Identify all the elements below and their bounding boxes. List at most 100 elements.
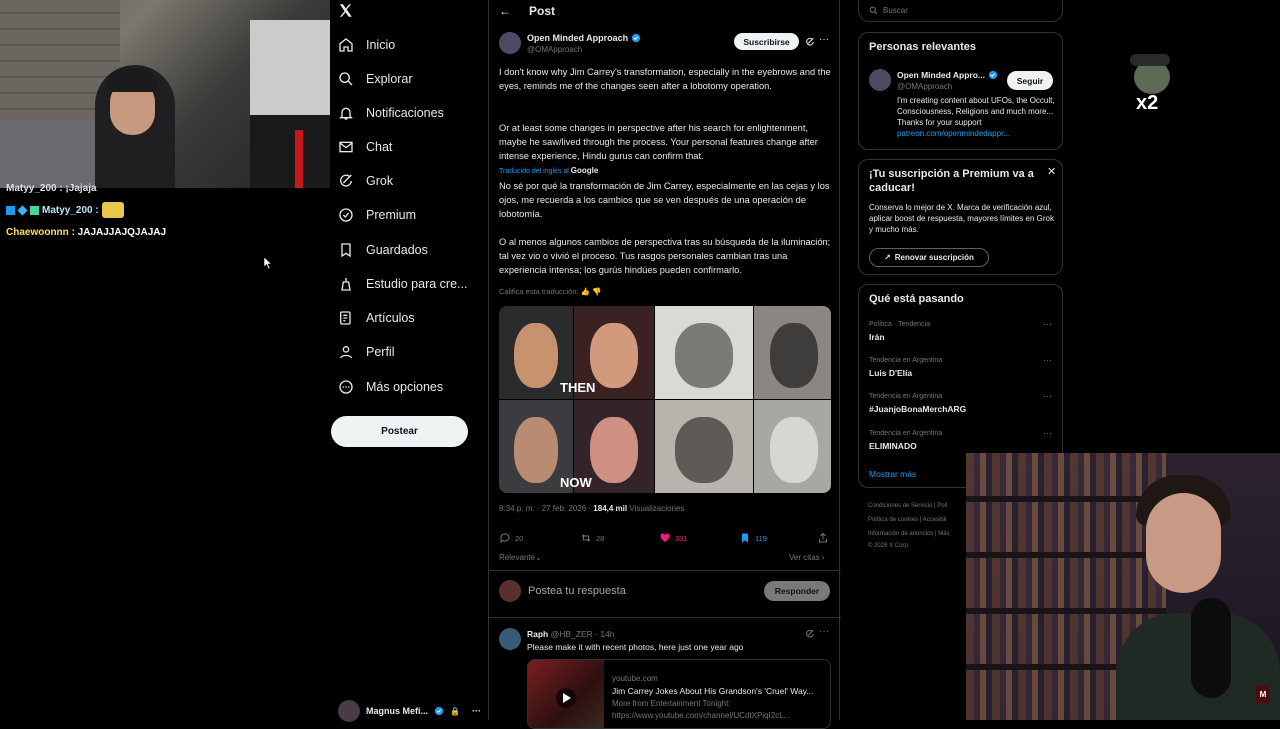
- bookmark-icon: [341, 243, 351, 258]
- mail-icon: [339, 141, 353, 153]
- more-dots-icon[interactable]: ···: [1043, 428, 1052, 438]
- reply-sort-dropdown[interactable]: Relevante⌄: [499, 553, 542, 562]
- nav-label: Inicio: [366, 38, 396, 52]
- nav-item-perfil[interactable]: Perfil: [338, 339, 394, 365]
- panel-title: Qué está pasando: [869, 293, 964, 305]
- post-text-translated-1: No sé por qué la transformación de Jim C…: [499, 181, 830, 219]
- subscribe-button[interactable]: Suscribirse: [734, 33, 799, 50]
- panel-title: ¡Tu suscripción a Premium va a caducar!: [869, 168, 1034, 194]
- verified-badge-icon: [632, 33, 641, 43]
- more-icon: [339, 380, 353, 394]
- bio-link[interactable]: patreon.com/openmindedappr...: [897, 129, 1010, 138]
- nav-item-articulos[interactable]: Artículos: [338, 305, 415, 331]
- nav-item-chat[interactable]: Chat: [338, 134, 392, 160]
- photo-historic-3: [655, 400, 753, 493]
- footer-links[interactable]: Condiciones de Servicio | Polí: [868, 503, 948, 509]
- post-media-grid[interactable]: THEN NOW: [499, 306, 831, 493]
- bio-text: I'm creating content about UFOs, the Occ…: [897, 96, 1055, 127]
- author-handle: @OMApproach: [527, 45, 583, 54]
- rate-translation-text: Califica esta traducción:: [499, 287, 579, 296]
- translated-by[interactable]: Traducido del inglés al Google: [499, 166, 598, 175]
- footer-copyright: © 2026 X Corp.: [868, 543, 910, 549]
- more-dots-icon[interactable]: ···: [1043, 391, 1052, 401]
- photo-then-2: THEN: [560, 306, 654, 399]
- nav-item-notificaciones[interactable]: Notificaciones: [338, 100, 444, 126]
- link-card[interactable]: youtube.com Jim Carrey Jokes About His G…: [527, 659, 831, 729]
- translated-by-text: Traducido del inglés al: [499, 168, 569, 175]
- reply-input[interactable]: Postea tu respuesta: [528, 585, 626, 597]
- card-description: More from Entertainment Tonight:: [612, 699, 731, 708]
- nav-label: Explorar: [366, 72, 413, 86]
- sidebar-nav: Inicio Explorar Notificaciones Chat Grok…: [330, 0, 488, 722]
- author-name[interactable]: Open Minded Approach: [527, 33, 641, 43]
- thumbs-up-icon[interactable]: 👍: [581, 287, 590, 296]
- grok-icon[interactable]: [805, 37, 815, 47]
- nav-label: Más opciones: [366, 380, 444, 394]
- nav-item-inicio[interactable]: Inicio: [338, 32, 395, 58]
- more-dots-icon[interactable]: ···: [819, 626, 829, 637]
- view-quotes-label: Ver citas: [789, 553, 820, 562]
- more-dots-icon[interactable]: ···: [1043, 319, 1052, 329]
- show-more-link[interactable]: Mostrar más: [869, 469, 916, 479]
- post-timestamp: 8:34 p. m. · 27 feb. 2026 ·: [499, 504, 592, 513]
- badge-icon: [30, 205, 39, 215]
- nav-label: Chat: [366, 140, 393, 154]
- footer-links[interactable]: Política de cookies | Accesibil: [868, 517, 946, 523]
- post-button[interactable]: Postear: [331, 416, 468, 447]
- bookmark-action[interactable]: 119: [739, 532, 767, 544]
- trend-item[interactable]: Luis D'Elía: [869, 368, 912, 378]
- trend-item[interactable]: ELIMINADO: [869, 441, 917, 451]
- account-name: Magnus Mefi...: [366, 706, 429, 716]
- search-input[interactable]: Buscar: [858, 0, 1063, 22]
- then-label: THEN: [560, 380, 596, 395]
- x-logo-icon[interactable]: [338, 3, 353, 18]
- more-dots-icon[interactable]: ···: [819, 34, 829, 45]
- nav-label: Artículos: [366, 311, 415, 325]
- nav-item-grok[interactable]: Grok: [338, 168, 393, 194]
- views-count: 184,4 mil: [593, 504, 628, 513]
- nav-item-guardados[interactable]: Guardados: [338, 237, 428, 263]
- avatar[interactable]: [499, 628, 521, 650]
- nav-item-mas-opciones[interactable]: Más opciones: [338, 374, 443, 400]
- trend-category: Política · Tendencia: [869, 321, 930, 328]
- share-action[interactable]: [817, 532, 829, 544]
- search-placeholder: Buscar: [883, 6, 908, 15]
- close-icon[interactable]: ✕: [1047, 165, 1056, 178]
- reply-button[interactable]: Responder: [764, 581, 830, 601]
- heart-icon: [660, 533, 670, 542]
- search-icon: [339, 72, 353, 86]
- chevron-down-icon: ⌄: [535, 553, 542, 562]
- account-switcher[interactable]: Magnus Mefi... 🔒 ···: [338, 700, 481, 722]
- footer-links[interactable]: Información de anuncios | Más: [868, 531, 950, 537]
- avatar: [499, 580, 521, 602]
- post-text-translated-2: O al menos algunos cambios de perspectiv…: [499, 237, 831, 275]
- reply-action[interactable]: 20: [499, 532, 523, 544]
- thumbs-down-icon[interactable]: 👎: [592, 287, 601, 296]
- sort-label: Relevante: [499, 553, 536, 562]
- verified-badge-icon: [988, 70, 998, 80]
- grok-icon[interactable]: [805, 629, 815, 639]
- relevant-name[interactable]: Open Minded Appro...: [897, 70, 998, 80]
- reply-author[interactable]: Raph @HB_ZER · 14h: [527, 629, 615, 639]
- renew-subscription-button[interactable]: ↗ Renovar suscripción: [869, 248, 989, 267]
- back-arrow-icon[interactable]: ←: [499, 4, 511, 18]
- trend-category: Tendencia en Argentina: [869, 430, 943, 437]
- follow-button[interactable]: Seguir: [1007, 71, 1053, 90]
- trend-category: Tendencia en Argentina: [869, 393, 943, 400]
- more-dots-icon[interactable]: ···: [1043, 355, 1052, 365]
- nav-item-explorar[interactable]: Explorar: [338, 66, 413, 92]
- repost-count: 28: [596, 533, 605, 543]
- emote-overlay: x2: [1120, 52, 1182, 118]
- like-action[interactable]: 331: [659, 532, 688, 544]
- avatar[interactable]: [499, 32, 521, 54]
- more-dots-icon[interactable]: ···: [472, 706, 481, 716]
- renew-label: Renovar suscripción: [894, 253, 974, 262]
- post-header: ← Post: [489, 0, 841, 22]
- nav-item-estudio[interactable]: Estudio para cre...: [338, 271, 467, 297]
- avatar[interactable]: [869, 69, 891, 91]
- repost-action[interactable]: 28: [580, 532, 604, 544]
- trend-item[interactable]: Irán: [869, 332, 885, 342]
- trend-item[interactable]: #JuanjoBonaMerchARG: [869, 404, 966, 414]
- view-quotes-link[interactable]: Ver citas ›: [789, 553, 825, 562]
- nav-item-premium[interactable]: Premium: [338, 202, 416, 228]
